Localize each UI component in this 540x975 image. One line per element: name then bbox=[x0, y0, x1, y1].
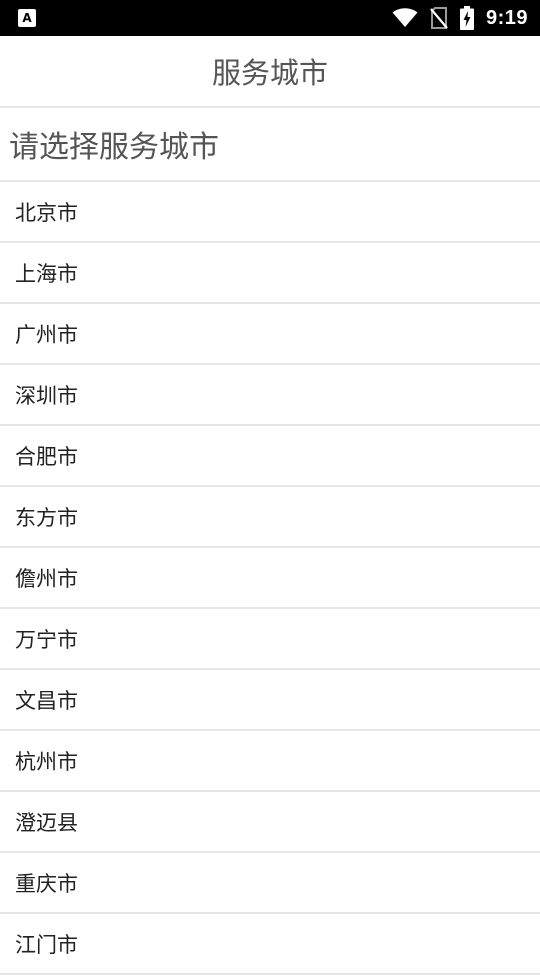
city-item-shenzhen[interactable]: 深圳市 bbox=[0, 365, 540, 426]
city-item-danzhou[interactable]: 儋州市 bbox=[0, 548, 540, 609]
city-item-wenchang[interactable]: 文昌市 bbox=[0, 670, 540, 731]
city-name: 上海市 bbox=[15, 261, 78, 286]
city-item-guangzhou[interactable]: 广州市 bbox=[0, 304, 540, 365]
city-name: 杭州市 bbox=[15, 749, 78, 774]
city-item-hangzhou[interactable]: 杭州市 bbox=[0, 731, 540, 792]
city-name: 广州市 bbox=[15, 322, 78, 347]
city-item-beijing[interactable]: 北京市 bbox=[0, 182, 540, 243]
city-item-shanghai[interactable]: 上海市 bbox=[0, 243, 540, 304]
status-bar: A 9:19 bbox=[0, 0, 540, 36]
app-bar: 服务城市 bbox=[0, 36, 540, 108]
city-name: 北京市 bbox=[15, 200, 78, 225]
city-item-chengmai[interactable]: 澄迈县 bbox=[0, 792, 540, 853]
city-item-hefei[interactable]: 合肥市 bbox=[0, 426, 540, 487]
city-item-wanning[interactable]: 万宁市 bbox=[0, 609, 540, 670]
wifi-icon bbox=[392, 8, 418, 28]
city-item-chongqing[interactable]: 重庆市 bbox=[0, 853, 540, 914]
city-name: 澄迈县 bbox=[15, 810, 78, 835]
city-name: 文昌市 bbox=[15, 688, 78, 713]
status-icons: 9:19 bbox=[392, 0, 528, 36]
battery-charging-icon bbox=[459, 6, 474, 30]
city-name: 儋州市 bbox=[15, 566, 78, 591]
status-time: 9:19 bbox=[485, 6, 528, 29]
city-name: 深圳市 bbox=[15, 383, 78, 408]
city-name: 万宁市 bbox=[15, 627, 78, 652]
section-header: 请选择服务城市 bbox=[0, 108, 540, 182]
city-item-jiangmen[interactable]: 江门市 bbox=[0, 914, 540, 975]
app-notification-icon: A bbox=[18, 9, 36, 27]
city-item-dongfang[interactable]: 东方市 bbox=[0, 487, 540, 548]
city-name: 东方市 bbox=[15, 505, 78, 530]
section-title: 请选择服务城市 bbox=[9, 130, 219, 165]
city-name: 重庆市 bbox=[15, 871, 78, 896]
city-name: 合肥市 bbox=[15, 444, 78, 469]
no-sim-icon bbox=[430, 7, 448, 29]
page-title: 服务城市 bbox=[211, 56, 328, 90]
city-name: 江门市 bbox=[15, 932, 78, 957]
city-list: 北京市 上海市 广州市 深圳市 合肥市 东方市 儋州市 万宁市 文昌市 杭州市 … bbox=[0, 182, 540, 975]
